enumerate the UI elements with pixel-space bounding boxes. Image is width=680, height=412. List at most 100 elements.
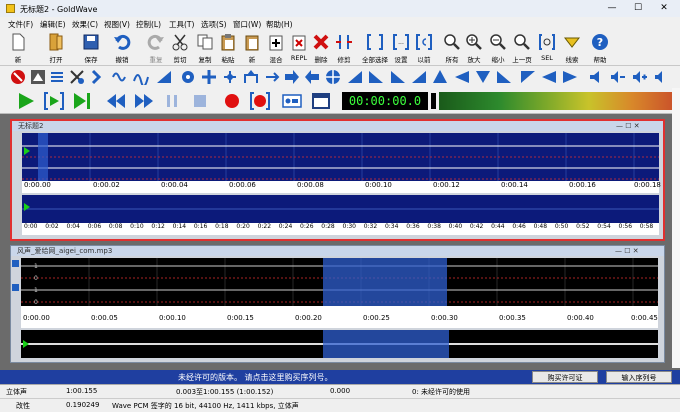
expand-icon[interactable] [520, 69, 536, 85]
ruler-label: 0:56 [618, 223, 633, 230]
doc2-window-buttons[interactable]: — ☐ ✕ [615, 247, 661, 256]
ruler-label: 0:14 [172, 223, 187, 230]
redo-icon [147, 34, 164, 50]
cut-icon [172, 34, 188, 51]
speaker-icon[interactable] [588, 69, 604, 85]
stop-icon[interactable] [190, 92, 210, 110]
ruler-label: 0:48 [533, 223, 548, 230]
minimize-button[interactable]: — [600, 2, 624, 15]
ruler-label: 0:00.12 [433, 181, 460, 189]
enter-serial-button[interactable]: 输入序列号 [606, 371, 672, 383]
ruler-label: 0:00.40 [567, 314, 594, 322]
menu-help[interactable]: 帮助(H) [266, 19, 293, 30]
cue-icon [563, 37, 581, 48]
record-icon[interactable] [222, 92, 242, 110]
waveform-top[interactable] [22, 133, 659, 181]
control-properties-icon[interactable] [311, 92, 331, 110]
maximize-button[interactable]: ☐ [626, 2, 650, 15]
gear-icon[interactable] [180, 69, 196, 85]
record-selection-icon[interactable] [250, 92, 270, 110]
doc1-window-buttons[interactable]: — ☐ ✕ [616, 122, 662, 131]
play-to-end-icon[interactable] [72, 92, 92, 110]
menu-effects[interactable]: 效果(C) [72, 19, 98, 30]
ruler-label: 0:46 [512, 223, 526, 230]
cue-button[interactable]: 线索 [560, 32, 584, 65]
time-warp-icon[interactable] [264, 69, 280, 85]
overview-waveform[interactable] [22, 195, 659, 223]
undo-button[interactable]: 撤销 [110, 32, 134, 65]
waveform-stereo[interactable]: 1 0 1 0 [21, 258, 658, 306]
menu-view[interactable]: 视图(V) [104, 19, 130, 30]
fast-forward-icon[interactable] [134, 92, 154, 110]
channel-label-column [11, 258, 21, 306]
open-button[interactable]: 打开 [44, 32, 68, 65]
new-button[interactable]: 新 [6, 32, 30, 65]
crosshair-icon[interactable] [325, 69, 341, 85]
pitch-icon[interactable] [201, 69, 217, 85]
rewind-icon[interactable] [106, 92, 126, 110]
time-ruler-doc2: 0:00.00 0:00.05 0:00.10 0:00.15 0:00.20 … [21, 306, 658, 328]
compress-icon[interactable] [496, 69, 512, 85]
fade-out-icon[interactable] [368, 69, 384, 85]
invert-icon[interactable] [30, 69, 46, 85]
channel-checkbox-left[interactable] [12, 260, 19, 267]
channel-checkbox-right[interactable] [12, 284, 19, 291]
menu-tools[interactable]: 工具(T) [169, 19, 194, 30]
volume-icon[interactable] [156, 69, 172, 85]
timer-indicator [431, 93, 436, 109]
ruler-label: 0:06 [87, 223, 102, 230]
fade-in-icon[interactable] [347, 69, 363, 85]
doppler-icon[interactable] [90, 69, 106, 85]
overview-graphic-doc2 [21, 330, 658, 358]
offset-icon[interactable] [222, 69, 238, 85]
menu-options[interactable]: 选项(S) [201, 19, 227, 30]
title-bar: 无标题2 - GoldWave — ☐ ✕ [0, 0, 680, 17]
save-button[interactable]: 保存 [79, 32, 103, 65]
reverse-icon[interactable] [541, 69, 557, 85]
echo-icon[interactable] [69, 69, 85, 85]
shape-icon[interactable] [390, 69, 406, 85]
menu-file[interactable]: 文件(F) [8, 19, 33, 30]
stereo-icon[interactable] [562, 69, 578, 85]
bass-icon[interactable] [411, 69, 427, 85]
overview-waveform-doc2[interactable] [21, 330, 658, 358]
filter-icon[interactable] [133, 69, 149, 85]
ruler-label: 0:20 [236, 223, 250, 230]
arrow-right-icon[interactable] [284, 69, 300, 85]
equalizer-icon[interactable] [112, 69, 128, 85]
nag-text[interactable]: 未经许可的版本。 请点击这里购买序列号。 [178, 372, 333, 383]
volume-down-icon[interactable] [610, 69, 626, 85]
buy-license-button[interactable]: 购买许可证 [532, 371, 598, 383]
license-nag-bar[interactable]: 未经许可的版本。 请点击这里购买序列号。 购买许可证 输入序列号 [0, 370, 680, 384]
document-window-2[interactable]: 风声_爱给网_aigei_com.mp3 — ☐ ✕ 1 0 1 0 0:00.… [10, 245, 665, 363]
ruler-label: 0:18 [215, 223, 229, 230]
pan-left-icon[interactable] [454, 69, 470, 85]
menu-edit[interactable]: 编辑(E) [40, 19, 66, 30]
flip-icon[interactable] [432, 69, 448, 85]
ruler-label: 0:00.30 [431, 314, 458, 322]
previous-button[interactable]: 以前 [412, 32, 436, 65]
select-all-button[interactable]: 全部选择 [362, 32, 388, 65]
volume-max-icon[interactable] [654, 69, 670, 85]
arrow-left-icon[interactable] [304, 69, 320, 85]
device-controls-icon[interactable] [282, 92, 302, 110]
replace-icon [292, 35, 306, 51]
resample-icon[interactable] [243, 69, 259, 85]
pause-icon[interactable] [162, 92, 182, 110]
ruler-label: 0:00.35 [499, 314, 526, 322]
mono-icon[interactable] [49, 69, 65, 85]
play-icon[interactable] [16, 92, 36, 110]
stop-circle-icon[interactable] [10, 69, 26, 85]
trim-button[interactable]: 修剪 [332, 32, 356, 65]
play-selection-icon[interactable] [44, 92, 64, 110]
document-title: 无标题2 [12, 121, 663, 131]
volume-up-icon[interactable] [632, 69, 648, 85]
zoom-selection-icon [539, 34, 555, 50]
menu-window[interactable]: 窗口(W) [233, 19, 261, 30]
ruler-label: 0:22 [257, 223, 272, 230]
document-window-1[interactable]: 无标题2 — ☐ ✕ 0:00.00 0:00.02 0:00.04 0:00.… [10, 119, 665, 241]
help-button[interactable]: ? 帮助 [588, 32, 612, 65]
noise-icon[interactable] [475, 69, 491, 85]
menu-control[interactable]: 控制(L) [136, 19, 161, 30]
close-button[interactable]: ✕ [652, 2, 676, 15]
